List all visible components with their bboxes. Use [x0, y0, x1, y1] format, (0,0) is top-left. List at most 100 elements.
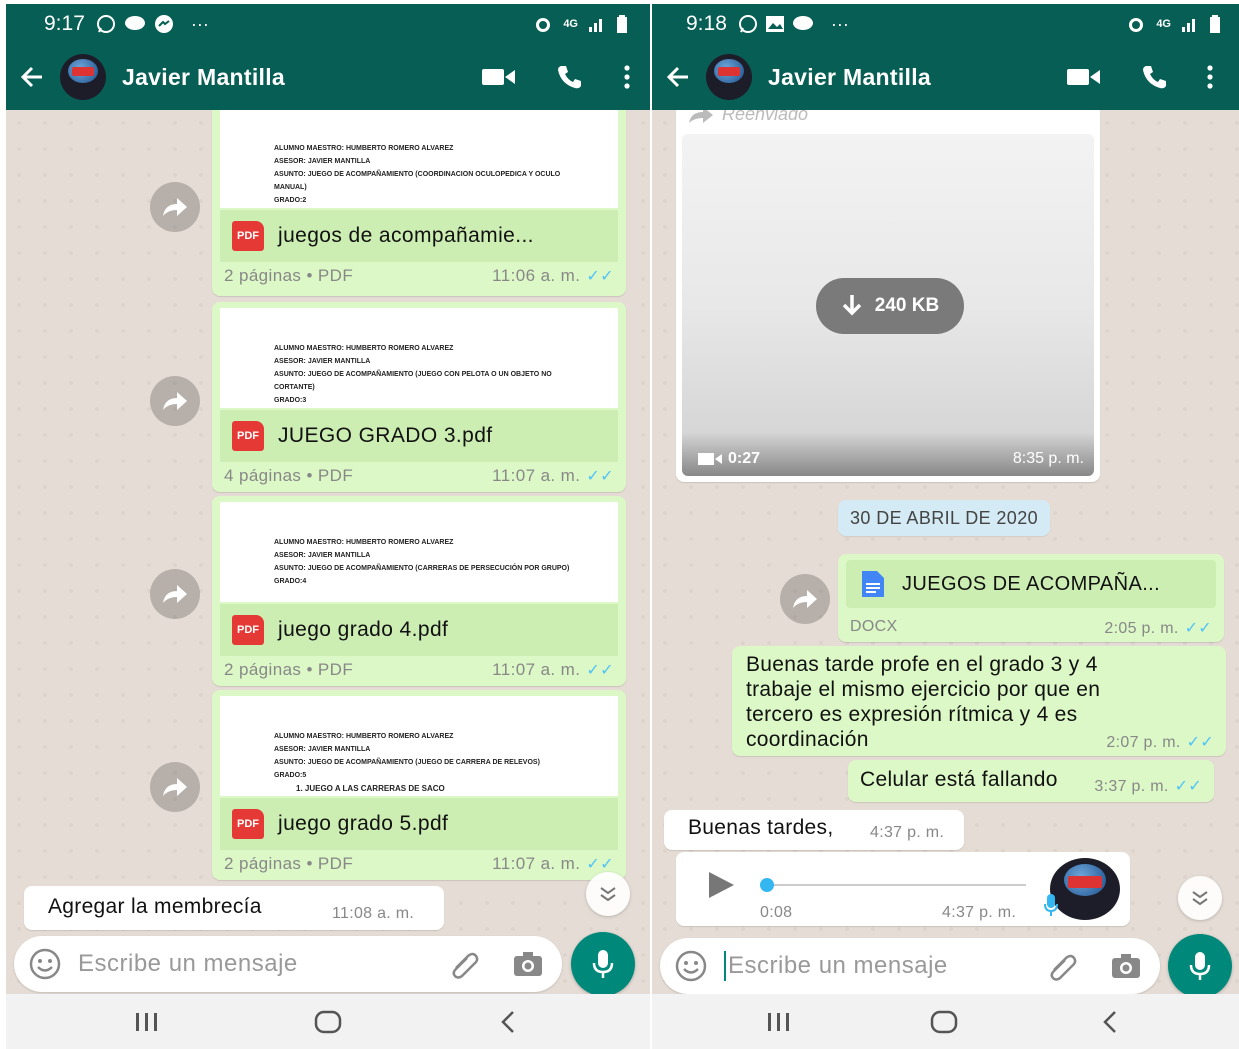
document-message[interactable]: ALUMNO MAESTRO: HUMBERTO ROMERO ALVAREZ … [212, 496, 626, 686]
voice-record-button[interactable] [571, 932, 635, 996]
voice-call-button[interactable] [552, 62, 586, 92]
video-call-button[interactable] [482, 62, 516, 92]
incoming-message[interactable]: Agregar la membrecía 11:08 a. m. [24, 886, 444, 930]
document-type: DOCX [850, 618, 898, 635]
preview-line: ALUMNO MAESTRO: HUMBERTO ROMERO ALVAREZ [274, 733, 454, 740]
document-file-row[interactable]: PDF juego grado 5.pdf [220, 798, 618, 850]
preview-line: ALUMNO MAESTRO: HUMBERTO ROMERO ALVAREZ [274, 145, 454, 152]
attach-icon[interactable] [1046, 950, 1078, 982]
recent-apps-icon[interactable] [134, 1010, 160, 1034]
play-icon[interactable] [706, 870, 736, 900]
video-call-button[interactable] [1067, 62, 1101, 92]
preview-line: ALUMNO MAESTRO: HUMBERTO ROMERO ALVAREZ [274, 345, 454, 352]
scroll-down-button[interactable] [586, 872, 630, 916]
forward-button[interactable] [150, 376, 200, 426]
contact-name[interactable]: Javier Mantilla [122, 64, 482, 91]
status-bar: 9:17 ··· 4G [6, 4, 650, 44]
preview-line: ASUNTO: JUEGO DE ACOMPAÑAMIENTO (COORDIN… [274, 171, 561, 191]
back-nav-icon[interactable] [500, 1010, 516, 1034]
forward-button[interactable] [150, 182, 200, 232]
chevron-double-down-icon [1192, 891, 1208, 906]
read-ticks-icon: ✓✓ [586, 856, 614, 873]
document-pages: 2 páginas • PDF [224, 266, 354, 285]
outgoing-message[interactable]: Celular está fallando 3:37 p. m. ✓✓ [848, 760, 1214, 802]
document-message[interactable]: ALUMNO MAESTRO: HUMBERTO ROMERO ALVAREZ … [212, 302, 626, 492]
forwarded-video-message[interactable]: Reenviado 240 KB 0:27 8:35 p. m. [676, 110, 1100, 482]
status-time: 9:18 [686, 12, 727, 35]
camera-icon[interactable] [1110, 952, 1142, 980]
camera-icon[interactable] [512, 950, 544, 978]
message-input[interactable]: Escribe un mensaje [728, 952, 1046, 980]
menu-button[interactable] [1205, 62, 1215, 92]
document-file-row[interactable]: JUEGOS DE ACOMPAÑA... [846, 560, 1216, 608]
voice-progress-handle[interactable] [760, 878, 774, 892]
read-ticks-icon: ✓✓ [586, 468, 614, 485]
read-ticks-icon: ✓✓ [1184, 620, 1212, 637]
document-meta: 4 páginas • PDF 11:07 a. m. ✓✓ [224, 466, 614, 486]
network-4g-icon: 4G [1156, 18, 1171, 30]
system-nav-bar [652, 994, 1239, 1049]
back-arrow-icon[interactable] [664, 63, 692, 91]
chat-header: Javier Mantilla [652, 44, 1239, 110]
chat-area[interactable]: ALUMNO MAESTRO: HUMBERTO ROMERO ALVAREZ … [6, 110, 650, 1000]
gallery-icon [765, 16, 784, 32]
alarm-icon [536, 18, 551, 32]
pdf-icon: PDF [232, 421, 264, 451]
document-file-row[interactable]: PDF juegos de acompañamie... [220, 210, 618, 262]
more-notifications-icon: ··· [830, 13, 849, 34]
emoji-icon[interactable] [28, 947, 62, 981]
voice-progress-track[interactable] [760, 884, 1026, 886]
forward-button[interactable] [780, 574, 830, 624]
preview-line: ALUMNO MAESTRO: HUMBERTO ROMERO ALVAREZ [274, 539, 454, 546]
document-file-row[interactable]: PDF juego grado 4.pdf [220, 604, 618, 656]
recent-apps-icon[interactable] [766, 1010, 792, 1034]
document-message[interactable]: ALUMNO MAESTRO: HUMBERTO ROMERO ALVAREZ … [212, 110, 626, 296]
message-time: 4:37 p. m. [870, 824, 945, 841]
voice-message[interactable]: 0:08 4:37 p. m. [676, 852, 1130, 926]
forward-button[interactable] [150, 569, 200, 619]
back-arrow-icon[interactable] [18, 63, 46, 91]
menu-button[interactable] [622, 62, 632, 92]
contact-avatar[interactable] [60, 54, 106, 100]
download-button[interactable]: 240 KB [816, 278, 964, 334]
outgoing-message[interactable]: Buenas tarde profe en el grado 3 y 4 tra… [732, 646, 1226, 756]
chevron-double-down-icon [600, 887, 616, 902]
forwarded-icon [689, 110, 713, 123]
voice-mic-icon [1044, 894, 1058, 916]
chat-area[interactable]: Reenviado 240 KB 0:27 8:35 p. m. 30 DE A… [652, 110, 1239, 1000]
message-text: Celular está fallando [860, 768, 1058, 791]
document-message[interactable]: ALUMNO MAESTRO: HUMBERTO ROMERO ALVAREZ … [212, 690, 626, 880]
message-text: Buenas tarde profe en el grado 3 y 4 tra… [746, 653, 1101, 751]
voice-duration: 0:08 [760, 904, 793, 921]
back-nav-icon[interactable] [1102, 1010, 1118, 1034]
status-bar: 9:18 ··· 4G [652, 4, 1239, 44]
pdf-icon: PDF [232, 615, 264, 645]
home-icon[interactable] [930, 1010, 958, 1034]
document-name: juegos de acompañamie... [278, 224, 534, 247]
video-thumbnail[interactable]: 240 KB 0:27 8:35 p. m. [682, 134, 1094, 476]
network-4g-icon: 4G [563, 18, 578, 30]
docx-message[interactable]: JUEGOS DE ACOMPAÑA... DOCX 2:05 p. m. ✓✓ [838, 554, 1224, 642]
document-file-row[interactable]: PDF JUEGO GRADO 3.pdf [220, 410, 618, 462]
voice-record-button[interactable] [1168, 934, 1232, 998]
attach-icon[interactable] [448, 948, 480, 980]
incoming-message[interactable]: Buenas tardes, 4:37 p. m. [664, 810, 964, 850]
right-phone-screen: 9:18 ··· 4G Javier Mantilla Reenviado 24… [652, 4, 1239, 1049]
forward-button[interactable] [150, 762, 200, 812]
contact-avatar[interactable] [706, 54, 752, 100]
scroll-down-button[interactable] [1178, 876, 1222, 920]
message-input[interactable]: Escribe un mensaje [78, 950, 448, 978]
contact-name[interactable]: Javier Mantilla [768, 64, 1067, 91]
read-ticks-icon: ✓✓ [1174, 778, 1202, 795]
video-duration-badge: 0:27 [698, 450, 760, 468]
document-preview: ALUMNO MAESTRO: HUMBERTO ROMERO ALVAREZ … [220, 308, 618, 408]
text-cursor [724, 951, 726, 981]
pdf-icon: PDF [232, 809, 264, 839]
voice-call-button[interactable] [1137, 62, 1171, 92]
message-time: 11:07 a. m. [492, 466, 581, 485]
emoji-icon[interactable] [674, 949, 708, 983]
preview-line: 1. JUEGO A LAS CARRERAS DE SACO [296, 784, 445, 793]
whatsapp-notification-icon [738, 15, 757, 33]
system-nav-bar [6, 994, 650, 1049]
home-icon[interactable] [314, 1010, 342, 1034]
